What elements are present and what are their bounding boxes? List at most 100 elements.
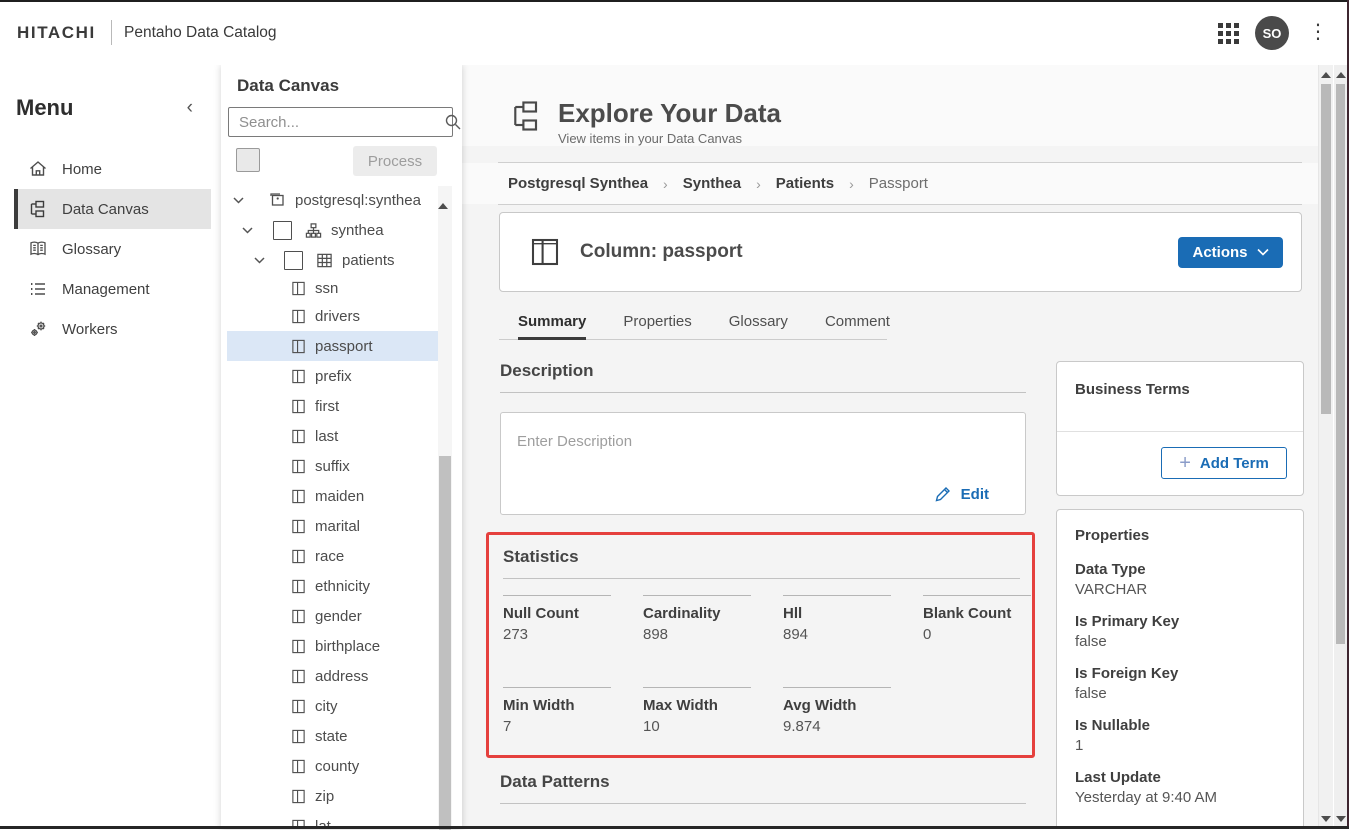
column-icon (291, 549, 306, 564)
column-icon (291, 759, 306, 774)
overflow-menu-icon[interactable]: ⋮ (1308, 20, 1328, 44)
scroll-down-icon[interactable] (1336, 816, 1346, 822)
tree-column-row[interactable]: state (221, 721, 462, 751)
chevron-down-icon[interactable] (237, 197, 249, 204)
breadcrumb-item[interactable]: Postgresql Synthea (508, 175, 648, 192)
schema-icon (305, 222, 322, 239)
node-checkbox[interactable] (273, 221, 292, 240)
collapse-menu-icon[interactable]: ‹ (187, 97, 205, 119)
main-menu-sidebar: Menu ‹ Home Data Canvas Glossary Managem… (0, 65, 221, 829)
tree-column-label: race (315, 548, 344, 565)
product-name: Pentaho Data Catalog (124, 24, 277, 42)
tree-column-label: maiden (315, 488, 364, 505)
column-icon (291, 429, 306, 444)
database-icon (268, 191, 286, 209)
search-icon[interactable] (444, 113, 462, 131)
node-checkbox[interactable] (284, 251, 303, 270)
scroll-down-icon[interactable] (1321, 816, 1331, 822)
chevron-down-icon[interactable] (258, 257, 270, 264)
tree-column-label: ethnicity (315, 578, 370, 595)
chevron-down-icon (1257, 248, 1269, 256)
properties-heading: Properties (1075, 527, 1285, 544)
prop-last-update: Last Update Yesterday at 9:40 AM (1075, 769, 1285, 806)
tree-column-row[interactable]: address (221, 661, 462, 691)
sidebar-item-glossary[interactable]: Glossary (14, 229, 211, 269)
scrollbar-thumb[interactable] (439, 456, 451, 830)
scrollbar-thumb[interactable] (1321, 84, 1331, 414)
stat-null-count: Null Count 273 (503, 595, 643, 643)
stat-max-width: Max Width 10 (643, 687, 783, 735)
workers-icon (28, 319, 48, 339)
tree-column-row[interactable]: prefix (221, 361, 462, 391)
breadcrumb-item[interactable]: Synthea (683, 175, 741, 192)
add-term-button[interactable]: + Add Term (1161, 447, 1287, 479)
tree-column-row[interactable]: zip (221, 781, 462, 811)
tree-column-row[interactable]: first (221, 391, 462, 421)
scroll-up-icon[interactable] (1321, 72, 1331, 78)
scroll-up-icon[interactable] (1336, 72, 1346, 78)
content-scrollbar[interactable] (1318, 65, 1333, 829)
divider (498, 204, 1302, 205)
tree-column-row[interactable]: city (221, 691, 462, 721)
page-scrollbar[interactable] (1334, 65, 1347, 829)
breadcrumb-item[interactable]: Patients (776, 175, 834, 192)
column-icon (291, 729, 306, 744)
tree-node-label: postgresql:synthea (295, 192, 421, 209)
tree-column-label: suffix (315, 458, 350, 475)
tree-column-row[interactable]: birthplace (221, 631, 462, 661)
actions-button[interactable]: Actions (1178, 237, 1283, 268)
tree-column-row[interactable]: county (221, 751, 462, 781)
hitachi-logo: HITACHI (17, 23, 96, 43)
column-icon (291, 309, 306, 324)
edit-description-button[interactable]: Edit (934, 485, 989, 503)
data-patterns-heading: Data Patterns (500, 772, 1026, 804)
tree-column-row[interactable]: drivers (221, 301, 462, 331)
process-button[interactable]: Process (353, 146, 437, 176)
column-icon (291, 579, 306, 594)
tree-column-label: prefix (315, 368, 352, 385)
tree-column-row[interactable]: maiden (221, 481, 462, 511)
scroll-up-icon[interactable] (438, 186, 448, 209)
plus-icon: + (1179, 454, 1191, 472)
tree-node-label: synthea (331, 222, 384, 239)
tree-column-row[interactable]: race (221, 541, 462, 571)
tree-column-label: city (315, 698, 338, 715)
search-input[interactable] (229, 114, 444, 131)
tree-column-label: zip (315, 788, 334, 805)
tree-column-label: birthplace (315, 638, 380, 655)
tree-scrollbar[interactable] (438, 186, 452, 829)
select-all-checkbox[interactable] (236, 148, 260, 172)
tree-column-row[interactable]: gender (221, 601, 462, 631)
tab-comment[interactable]: Comment (825, 306, 890, 339)
tree-column-row[interactable]: last (221, 421, 462, 451)
data-canvas-panel: Data Canvas Process postgresql:synthea s… (221, 65, 462, 829)
tree-column-label: marital (315, 518, 360, 535)
tree-column-row-selected[interactable]: passport (221, 331, 462, 361)
tree-column-row[interactable]: marital (221, 511, 462, 541)
prop-data-type: Data Type VARCHAR (1075, 561, 1285, 598)
stat-hll: Hll 894 (783, 595, 923, 643)
scrollbar-thumb[interactable] (1336, 84, 1345, 644)
tree-row-table[interactable]: patients (221, 245, 462, 275)
tree-column-label: address (315, 668, 368, 685)
description-box[interactable]: Enter Description Edit (500, 412, 1026, 515)
tree-column-row[interactable]: ethnicity (221, 571, 462, 601)
tab-glossary[interactable]: Glossary (729, 306, 788, 339)
sidebar-item-management[interactable]: Management (14, 269, 211, 309)
tab-summary[interactable]: Summary (518, 306, 586, 339)
tree-row-datasource[interactable]: postgresql:synthea (221, 185, 462, 215)
tree-column-label: last (315, 428, 338, 445)
sidebar-item-workers[interactable]: Workers (14, 309, 211, 349)
tab-properties[interactable]: Properties (623, 306, 691, 339)
apps-grid-icon[interactable] (1218, 23, 1239, 44)
tree-column-row[interactable]: ssn (221, 275, 462, 301)
tree-list: postgresql:synthea synthea patients ssn … (221, 185, 462, 829)
sidebar-item-home[interactable]: Home (14, 149, 211, 189)
chevron-down-icon[interactable] (246, 227, 258, 234)
page-header: Explore Your Data View items in your Dat… (462, 65, 1318, 146)
tree-column-row[interactable]: suffix (221, 451, 462, 481)
user-avatar[interactable]: SO (1255, 16, 1289, 50)
chevron-right-icon: › (663, 176, 668, 192)
tree-row-schema[interactable]: synthea (221, 215, 462, 245)
sidebar-item-data-canvas[interactable]: Data Canvas (14, 189, 211, 229)
